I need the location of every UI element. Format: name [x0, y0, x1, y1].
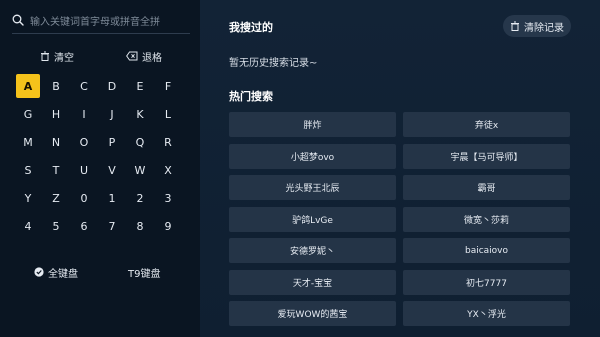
key-4[interactable]: 4	[16, 214, 40, 238]
hot-search-item[interactable]: 弃徒x	[403, 112, 570, 137]
key-s[interactable]: S	[16, 158, 40, 182]
search-placeholder: 输入关键词首字母或拼音全拼	[30, 16, 160, 28]
backspace-label: 退格	[142, 52, 162, 64]
key-6[interactable]: 6	[72, 214, 96, 238]
hot-search-item[interactable]: 天才-宝宝	[229, 269, 396, 295]
full-keyboard-label: 全键盘	[48, 268, 78, 280]
key-p[interactable]: P	[100, 130, 124, 154]
key-o[interactable]: O	[72, 130, 96, 154]
history-empty-text: 暂无历史搜索记录~	[229, 58, 318, 69]
key-y[interactable]: Y	[16, 186, 40, 210]
key-r[interactable]: R	[156, 130, 180, 154]
full-keyboard-tab[interactable]: 全键盘	[34, 264, 78, 280]
key-q[interactable]: Q	[128, 130, 152, 154]
key-f[interactable]: F	[156, 74, 180, 98]
key-9[interactable]: 9	[156, 214, 180, 238]
backspace-button[interactable]: 退格	[126, 48, 162, 64]
key-k[interactable]: K	[128, 102, 152, 126]
key-z[interactable]: Z	[44, 186, 68, 210]
key-c[interactable]: C	[72, 74, 96, 98]
key-w[interactable]: W	[128, 158, 152, 182]
key-1[interactable]: 1	[100, 186, 124, 210]
check-circle-icon	[34, 267, 44, 277]
hot-search-title: 热门搜索	[229, 90, 273, 103]
t9-keyboard-label: T9键盘	[128, 268, 161, 280]
backspace-icon	[126, 51, 138, 61]
key-l[interactable]: L	[156, 102, 180, 126]
trash-icon	[41, 51, 49, 61]
key-8[interactable]: 8	[128, 214, 152, 238]
key-i[interactable]: I	[72, 102, 96, 126]
key-m[interactable]: M	[16, 130, 40, 154]
hot-search-item[interactable]: 小超梦ovo	[229, 143, 396, 169]
clear-input-label: 清空	[54, 52, 74, 64]
key-7[interactable]: 7	[100, 214, 124, 238]
key-e[interactable]: E	[128, 74, 152, 98]
t9-keyboard-tab[interactable]: T9键盘	[128, 264, 160, 280]
search-icon	[12, 14, 24, 26]
hot-search-item[interactable]: 胖炸	[229, 112, 396, 137]
hot-search-item[interactable]: 霸哥	[403, 175, 570, 200]
key-n[interactable]: N	[44, 130, 68, 154]
hot-search-item[interactable]: baicaiovo	[403, 238, 570, 263]
search-underline	[12, 33, 190, 34]
key-j[interactable]: J	[100, 102, 124, 126]
key-x[interactable]: X	[156, 158, 180, 182]
key-0[interactable]: 0	[72, 186, 96, 210]
key-u[interactable]: U	[72, 158, 96, 182]
search-input[interactable]: 输入关键词首字母或拼音全拼	[12, 10, 190, 30]
letter-keyboard: ABCDEF GHIJKL MNOPQR STUVWX YZ0123 456789	[16, 74, 184, 244]
hot-search-item[interactable]: 安德罗妮丶	[229, 238, 396, 263]
key-2[interactable]: 2	[128, 186, 152, 210]
clear-history-button[interactable]: 清除记录	[503, 15, 571, 37]
key-d[interactable]: D	[100, 74, 124, 98]
hot-search-item[interactable]: 光头野王北辰	[229, 175, 396, 200]
hot-search-item[interactable]: 驴鸽LvGe	[229, 206, 396, 232]
key-t[interactable]: T	[44, 158, 68, 182]
hot-search-item[interactable]: 爱玩WOW的茜宝	[229, 301, 396, 326]
key-h[interactable]: H	[44, 102, 68, 126]
hot-search-item[interactable]: 宇晨【马可导师】	[403, 143, 570, 169]
key-v[interactable]: V	[100, 158, 124, 182]
hot-search-item[interactable]: 初七7777	[403, 269, 570, 295]
key-b[interactable]: B	[44, 74, 68, 98]
key-3[interactable]: 3	[156, 186, 180, 210]
history-title: 我搜过的	[229, 21, 273, 34]
key-g[interactable]: G	[16, 102, 40, 126]
hot-search-item[interactable]: 微宽丶莎莉	[403, 206, 570, 232]
hot-search-item[interactable]: YX丶浮光	[403, 301, 570, 326]
trash-icon	[511, 21, 519, 31]
clear-input-button[interactable]: 清空	[40, 48, 74, 64]
clear-history-label: 清除记录	[524, 22, 564, 34]
key-5[interactable]: 5	[44, 214, 68, 238]
key-a[interactable]: A	[16, 74, 40, 98]
